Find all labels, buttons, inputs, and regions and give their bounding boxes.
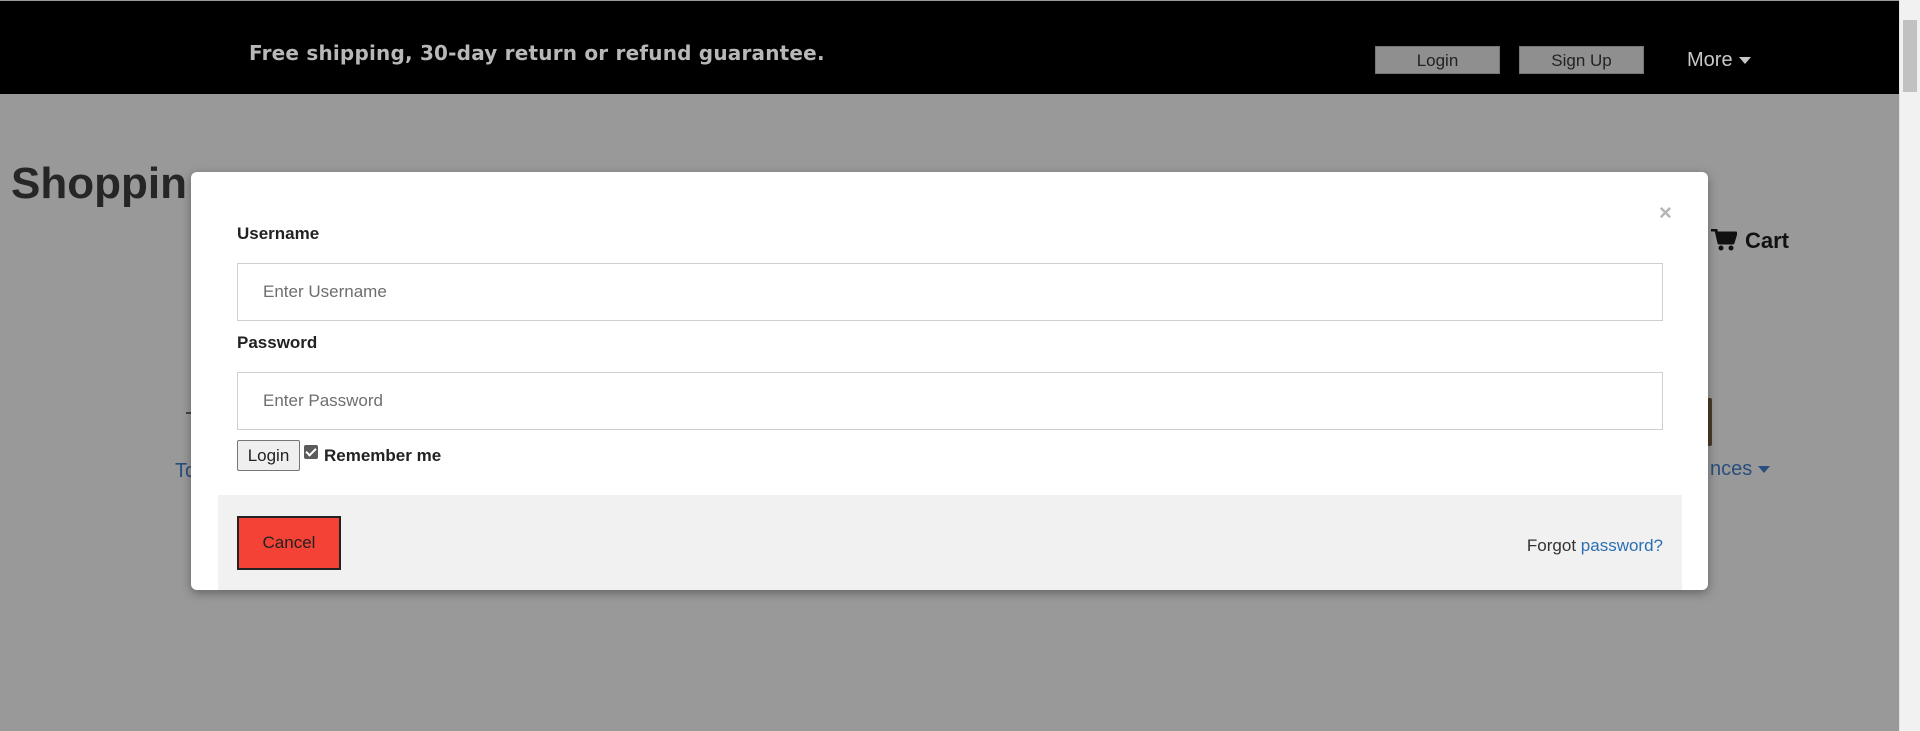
cart-label: Cart — [1745, 228, 1790, 253]
page-title: Shoppin — [11, 159, 187, 208]
password-input[interactable] — [237, 372, 1663, 430]
scrollbar-thumb[interactable] — [1903, 20, 1917, 92]
forgot-password: Forgot password? — [1527, 536, 1663, 556]
forgot-text: Forgot — [1526, 536, 1577, 555]
category-link-right[interactable]: nces — [1710, 458, 1771, 481]
category-link-right-label: nces — [1710, 458, 1753, 480]
promo-banner-text: Free shipping, 30-day return or refund g… — [249, 41, 825, 65]
login-button[interactable]: Login — [237, 440, 300, 471]
cancel-button[interactable]: Cancel — [237, 516, 341, 570]
more-menu[interactable]: More — [1687, 49, 1751, 72]
more-label: More — [1687, 49, 1733, 71]
top-login-button[interactable]: Login — [1375, 46, 1500, 74]
close-icon[interactable]: × — [1659, 200, 1672, 226]
top-signup-button[interactable]: Sign Up — [1519, 46, 1644, 74]
remember-me-checkbox[interactable] — [304, 445, 318, 459]
password-label: Password — [237, 333, 318, 352]
shopping-cart-icon — [1711, 228, 1738, 251]
caret-down-icon — [1758, 466, 1771, 474]
caret-down-icon — [1738, 57, 1751, 65]
cart-link[interactable]: Cart — [1711, 228, 1789, 254]
vertical-scrollbar[interactable] — [1899, 0, 1920, 731]
login-modal: × Username Password Login Remember me Ca… — [191, 172, 1708, 590]
username-label: Username — [237, 224, 320, 243]
modal-footer: Cancel Forgot password? — [218, 495, 1682, 590]
username-input[interactable] — [237, 263, 1663, 321]
remember-me[interactable]: Remember me — [304, 445, 441, 466]
forgot-password-link[interactable]: password? — [1581, 536, 1663, 555]
top-bar: Free shipping, 30-day return or refund g… — [0, 1, 1899, 94]
remember-me-label: Remember me — [324, 446, 442, 465]
